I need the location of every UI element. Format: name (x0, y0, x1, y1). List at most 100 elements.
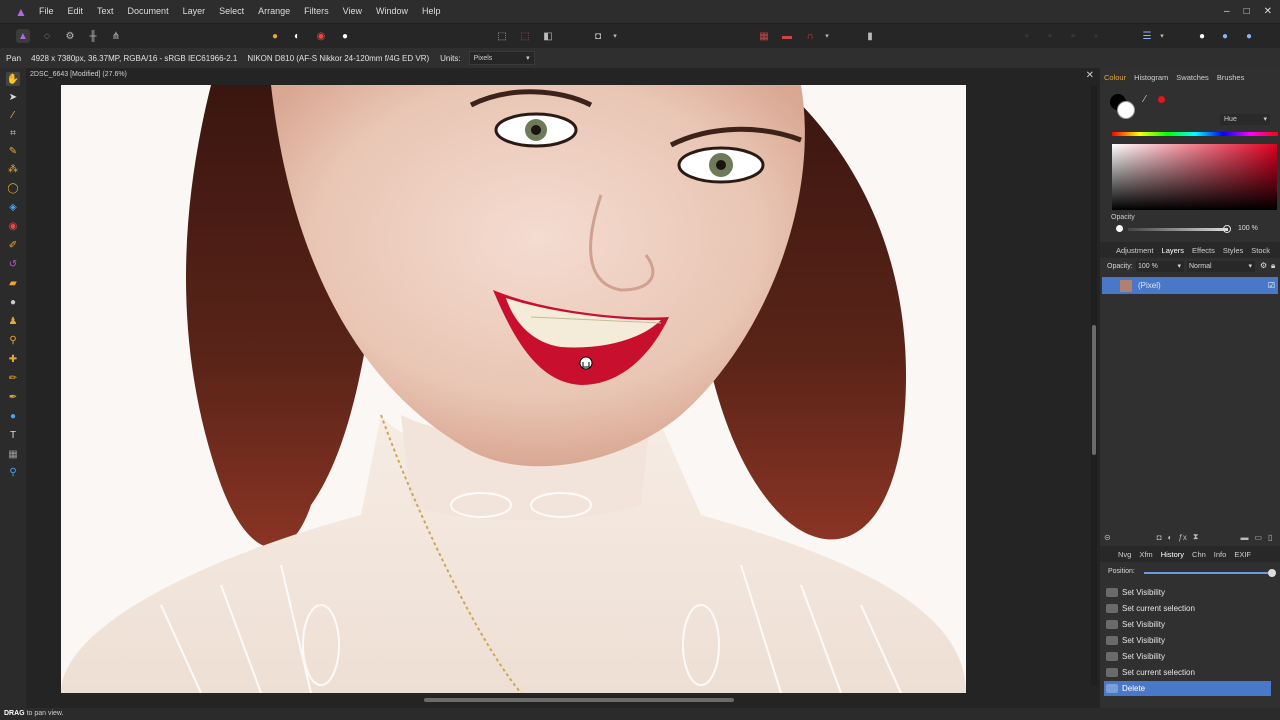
selection-brush-icon[interactable]: ✎ (6, 144, 20, 158)
chevron-down-icon[interactable]: ▾ (608, 29, 622, 43)
deselect-icon[interactable]: ⬚ (518, 29, 532, 43)
menu-document[interactable]: Document (121, 0, 176, 23)
gear-icon[interactable]: ⚙ (1260, 261, 1267, 270)
eyedropper-icon[interactable]: ⁄ (1144, 94, 1146, 105)
tab-swatches[interactable]: Swatches (1172, 73, 1213, 82)
group-layers-icon[interactable]: ▬ (1240, 533, 1248, 542)
invert-selection-icon[interactable]: ◧ (541, 29, 555, 43)
vertical-scrollbar-thumb[interactable] (1092, 325, 1096, 455)
close-document-icon[interactable]: ✕ (1086, 70, 1094, 81)
menu-file[interactable]: File (32, 0, 61, 23)
blur-brush-icon[interactable]: ⚲ (6, 333, 20, 347)
tab-transform[interactable]: Xfm (1135, 550, 1156, 559)
history-item[interactable]: Set Visibility (1104, 585, 1271, 600)
inpainting-brush-icon[interactable]: ✏ (6, 371, 20, 385)
colour-replacement-icon[interactable]: ↺ (6, 257, 20, 271)
menu-arrange[interactable]: Arrange (251, 0, 297, 23)
adjustment-layer-icon[interactable]: ◐ (1168, 533, 1173, 542)
healing-brush-icon[interactable]: ✚ (6, 352, 20, 366)
chat-icon[interactable]: ● (1195, 29, 1209, 43)
gradient-tool-icon[interactable]: ◉ (6, 219, 20, 233)
flood-fill-icon[interactable]: ◈ (6, 200, 20, 214)
history-item[interactable]: Set Visibility (1104, 649, 1271, 664)
tab-history[interactable]: History (1157, 550, 1188, 559)
crop-tool-icon[interactable]: ⌗ (6, 126, 20, 140)
snapping-grid-icon[interactable]: ▦ (757, 29, 771, 43)
history-item[interactable]: Set Visibility (1104, 633, 1271, 648)
quick-mask-icon[interactable]: ◘ (591, 29, 605, 43)
layer-options-icon[interactable]: ⊝ (1104, 533, 1111, 542)
colour-mode-select[interactable]: Hue ▾ (1220, 114, 1270, 125)
erase-brush-icon[interactable]: ▰ (6, 276, 20, 290)
liquify-persona-icon[interactable]: ◌ (40, 29, 54, 43)
marquee-selection-icon[interactable]: ⬚ (495, 29, 509, 43)
live-filter-icon[interactable]: ⧗ (1193, 532, 1199, 542)
chevron-down-icon[interactable]: ▾ (1155, 29, 1169, 43)
tab-brushes[interactable]: Brushes (1213, 73, 1249, 82)
tab-histogram[interactable]: Histogram (1130, 73, 1172, 82)
force-pixel-alignment-icon[interactable]: ▬ (780, 29, 794, 43)
chevron-down-icon[interactable]: ▾ (820, 29, 834, 43)
menu-select[interactable]: Select (212, 0, 251, 23)
canvas-area[interactable]: 2DSC_6643 [Modified] (27.6%) ✕ (26, 68, 1100, 708)
picked-colour-swatch[interactable] (1158, 96, 1165, 103)
export-persona-icon[interactable]: ⋔ (109, 29, 123, 43)
tab-exif[interactable]: EXIF (1230, 550, 1255, 559)
auto-levels-icon[interactable]: ● (268, 29, 282, 43)
tab-navigator[interactable]: Nvg (1114, 550, 1135, 559)
saturation-lightness-box[interactable] (1112, 144, 1277, 210)
delete-layer-icon[interactable]: ▯ (1268, 533, 1272, 542)
artistic-text-icon[interactable]: T (6, 428, 20, 442)
history-position-slider[interactable] (1144, 572, 1272, 574)
flood-select-icon[interactable]: ⁂ (6, 162, 20, 176)
mesh-warp-icon[interactable]: ▦ (6, 447, 20, 461)
tone-mapping-persona-icon[interactable]: ╫ (86, 29, 100, 43)
document-tab-title[interactable]: 2DSC_6643 [Modified] (27.6%) (30, 71, 127, 78)
opacity-value[interactable]: 100 % (1238, 225, 1258, 232)
add-pixel-layer-icon[interactable]: ▭ (1254, 533, 1262, 542)
help-icon[interactable]: ● (1242, 29, 1256, 43)
tab-styles[interactable]: Styles (1219, 246, 1247, 255)
history-item[interactable]: Set Visibility (1104, 617, 1271, 632)
history-item-selected[interactable]: Delete (1104, 681, 1271, 696)
tab-stock[interactable]: Stock (1247, 246, 1274, 255)
zoom-tool-icon[interactable]: ⚲ (6, 465, 20, 479)
auto-white-balance-icon[interactable]: ● (338, 29, 352, 43)
clone-brush-icon[interactable]: ♟ (6, 314, 20, 328)
menu-edit[interactable]: Edit (61, 0, 91, 23)
history-item[interactable]: Set current selection (1104, 665, 1271, 680)
dodge-brush-icon[interactable]: ● (6, 295, 20, 309)
paint-brush-icon[interactable]: ✐ (6, 238, 20, 252)
mask-layer-icon[interactable]: ◘ (1157, 533, 1162, 542)
units-select[interactable]: Pixels ▾ (468, 51, 535, 65)
layer-row[interactable]: (Pixel) ☑ (1102, 277, 1278, 294)
photo-persona-icon[interactable]: ▲ (16, 29, 30, 43)
auto-contrast-icon[interactable]: ◐ (290, 29, 304, 43)
layers-opacity-select[interactable]: 100 % ▾ (1136, 261, 1184, 272)
snapping-magnet-icon[interactable]: ∩ (803, 29, 817, 43)
fx-icon[interactable]: ƒx (1178, 533, 1186, 542)
align-icon[interactable]: ☰ (1140, 29, 1154, 43)
move-tool-icon[interactable]: ➤ (6, 90, 20, 104)
opacity-slider-handle[interactable] (1223, 225, 1231, 233)
assistant-icon[interactable]: ▮ (863, 29, 877, 43)
menu-window[interactable]: Window (369, 0, 415, 23)
auto-colours-icon[interactable]: ◉ (314, 29, 328, 43)
menu-help[interactable]: Help (415, 0, 448, 23)
menu-view[interactable]: View (336, 0, 369, 23)
hue-slider[interactable] (1112, 132, 1278, 136)
primary-colour-well[interactable] (1117, 101, 1135, 119)
lock-icon[interactable]: 🔒︎ (1271, 261, 1275, 271)
marquee-tool-icon[interactable]: ◯ (6, 181, 20, 195)
colour-picker-tool-icon[interactable]: ⁄ (6, 108, 20, 122)
develop-persona-icon[interactable]: ⚙ (63, 29, 77, 43)
menu-filters[interactable]: Filters (297, 0, 336, 23)
shape-tool-icon[interactable]: ● (6, 409, 20, 423)
tab-layers[interactable]: Layers (1158, 246, 1189, 255)
tab-channels[interactable]: Chn (1188, 550, 1210, 559)
horizontal-scrollbar-thumb[interactable] (424, 698, 734, 702)
tab-info[interactable]: Info (1210, 550, 1231, 559)
tab-effects[interactable]: Effects (1188, 246, 1219, 255)
photo-canvas[interactable] (61, 85, 966, 693)
blend-mode-select[interactable]: Normal ▾ (1187, 261, 1255, 272)
